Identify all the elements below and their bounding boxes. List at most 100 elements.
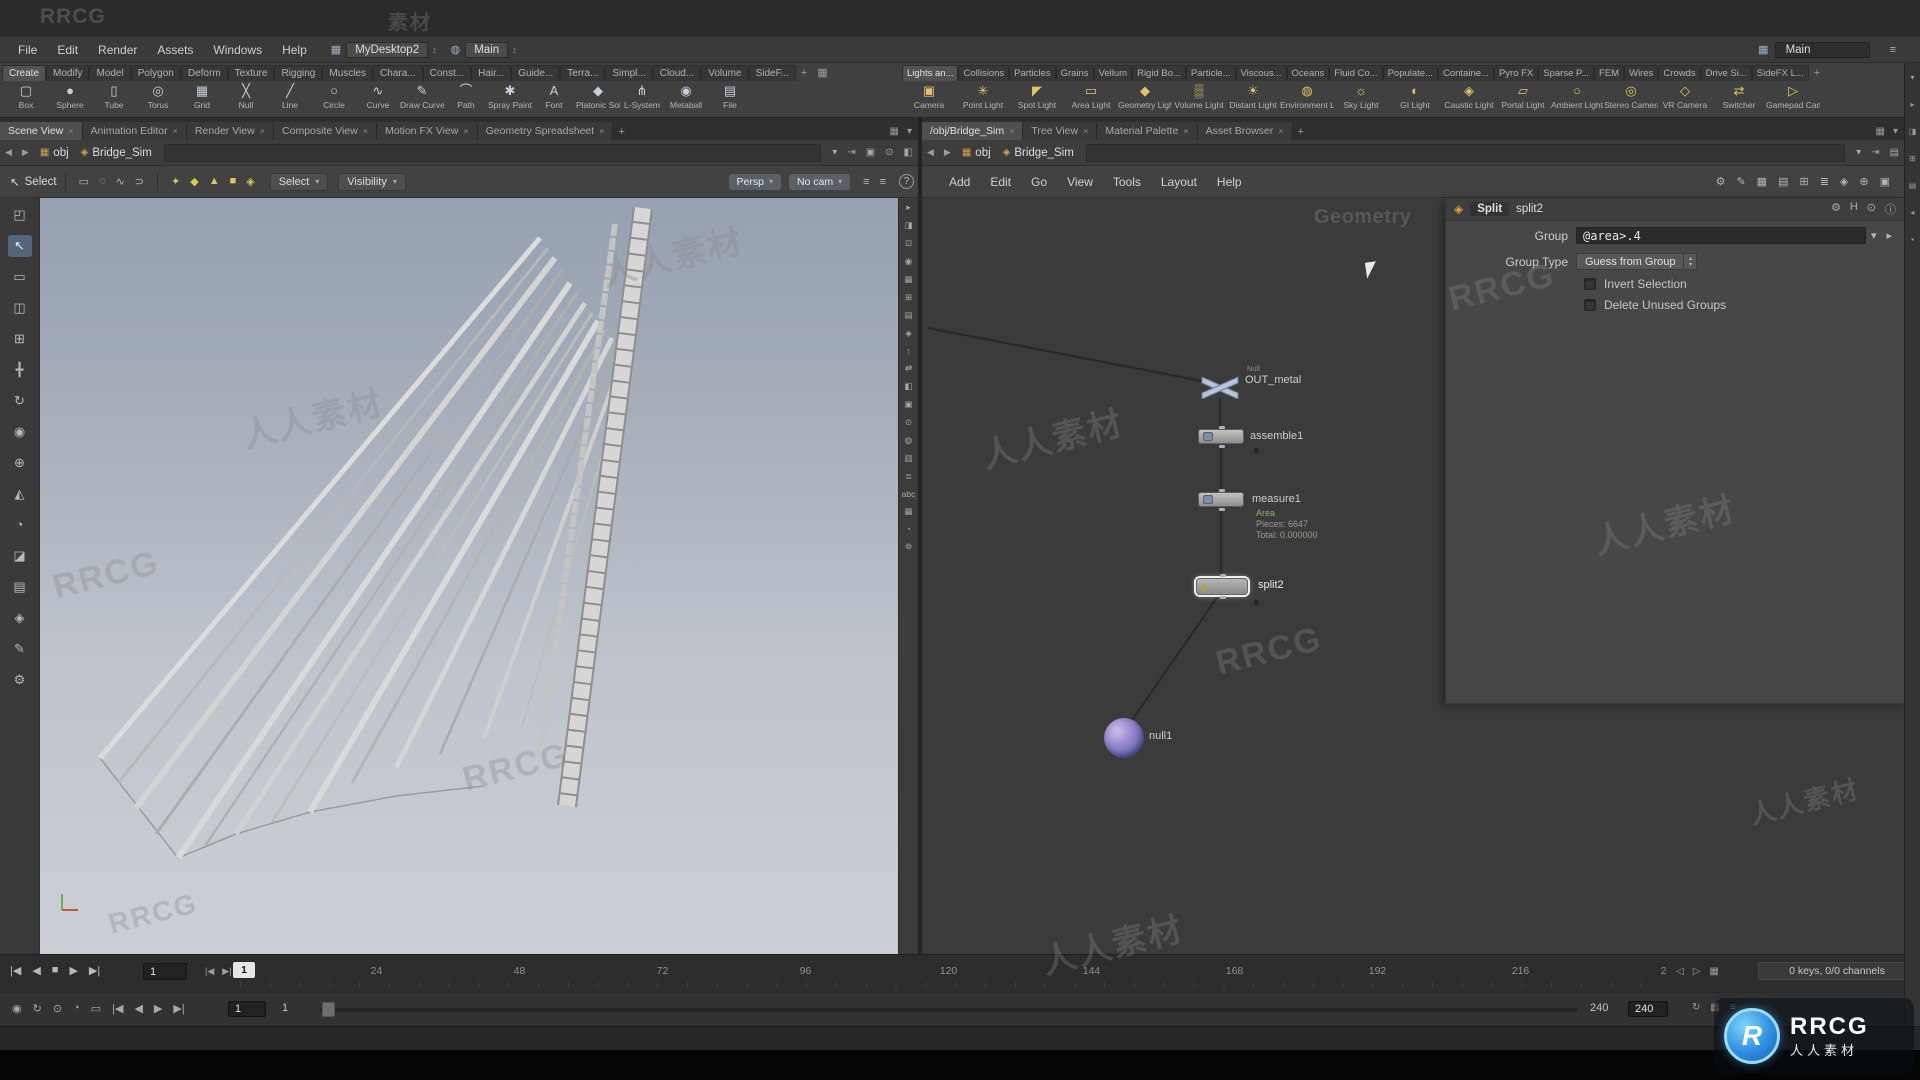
shelf-tab[interactable]: Wires [1624, 65, 1659, 81]
shelf-tool[interactable]: ∿ Curve [356, 81, 400, 118]
shelf-tool[interactable]: ⌒ Path [444, 81, 488, 118]
chevron-down-icon[interactable]: ▾ [827, 147, 842, 158]
pathbar-icon[interactable]: ⇥ [842, 147, 860, 158]
linked-editor-field[interactable]: Main [1774, 41, 1870, 58]
close-icon[interactable]: × [173, 126, 178, 136]
shelf-tab[interactable]: Cloud... [652, 65, 702, 81]
node-assemble1[interactable] [1198, 426, 1244, 448]
persp-dropdown[interactable]: Persp ▾ [728, 173, 781, 190]
pathbar-icon[interactable]: ⇥ [1866, 147, 1884, 158]
frame-slider-handle[interactable] [322, 1002, 335, 1017]
shelf-tab[interactable]: Lights an... [902, 65, 959, 81]
shelf-tab[interactable]: Guide... [511, 65, 561, 81]
close-icon[interactable]: × [1009, 126, 1014, 136]
shelf-tab[interactable]: Hair... [471, 65, 512, 81]
close-icon[interactable]: × [1278, 126, 1283, 136]
network-menu-item[interactable]: Add [940, 172, 979, 192]
playbar-option-icon[interactable]: ↻ [1692, 1002, 1700, 1013]
shelf-tab[interactable]: Particles [1009, 65, 1056, 81]
edge-strip-icon[interactable]: ⊞ [1909, 154, 1916, 163]
desktop-spinner[interactable]: ↕ [432, 45, 437, 55]
viewport-tool-icon[interactable]: ✎ [8, 638, 32, 660]
parameter-header-icon[interactable]: ⓘ [1885, 201, 1896, 217]
range-start-field[interactable]: 1 [228, 1001, 266, 1017]
shelf-tool[interactable]: ▢ Box [4, 81, 48, 118]
shelf-tool[interactable]: ⋔ L-System [620, 81, 664, 118]
no-cam-dropdown[interactable]: No cam ▾ [788, 173, 851, 190]
network-menu-item[interactable]: Tools [1104, 172, 1150, 192]
template-flag-icon[interactable]: ▶ [1202, 582, 1209, 592]
viewport-display-icon[interactable]: ◉ [905, 256, 912, 267]
viewport-tool-icon[interactable]: ↻ [8, 390, 32, 412]
network-toolbar-icon[interactable]: ▤ [1778, 175, 1788, 188]
close-icon[interactable]: × [68, 126, 73, 136]
viewport-display-icon[interactable]: ⊡ [905, 238, 912, 249]
shelf-tool[interactable]: ◆ Geometry Light [1118, 81, 1172, 118]
viewport-display-icon[interactable]: ◧ [904, 381, 912, 392]
new-pane-tab-button[interactable]: + [1293, 124, 1309, 140]
viewport-tool-icon[interactable]: ◰ [8, 204, 32, 226]
forward-button[interactable]: ▶ [939, 147, 956, 158]
chevron-down-icon[interactable]: ▾ [1866, 229, 1882, 242]
viewport-display-icon[interactable]: ▣ [904, 399, 912, 410]
viewport-display-icon[interactable]: ◔ [906, 524, 911, 534]
close-icon[interactable]: × [1183, 126, 1188, 136]
pane-tab[interactable]: Render View × [186, 122, 275, 140]
close-icon[interactable]: × [363, 126, 368, 136]
pane-tab[interactable]: Animation Editor × [82, 122, 187, 140]
pane-tab[interactable]: Asset Browser × [1197, 122, 1293, 140]
shelf-tab[interactable]: Pyro FX [1493, 65, 1539, 81]
playbar-icon[interactable]: ▶| [173, 1002, 184, 1015]
transport-button[interactable]: ◀ [32, 964, 40, 977]
viewport-tool-icon[interactable]: ⊕ [8, 452, 32, 474]
close-icon[interactable]: × [463, 126, 468, 136]
shelf-tool[interactable]: ◆ Platonic Solids [576, 81, 620, 118]
shelf-tool[interactable]: ◇ VR Camera [1658, 81, 1712, 118]
shelf-tool[interactable]: ▤ File [708, 81, 752, 118]
chevron-down-icon[interactable]: ▾ [1851, 147, 1866, 158]
viewport-display-icon[interactable]: ▤ [904, 310, 912, 321]
shelf-tab[interactable]: Oceans [1286, 65, 1330, 81]
playbar-icon[interactable]: ◉ [12, 1002, 22, 1015]
radial-menu-selector[interactable]: Main [465, 41, 509, 58]
shelf-tool[interactable]: ◍ Environment Light [1280, 81, 1334, 118]
viewport-display-icon[interactable]: ◨ [904, 220, 912, 231]
input-connector[interactable] [1220, 574, 1226, 577]
playbar-icon[interactable]: ▭ [91, 1002, 101, 1015]
shelf-tool[interactable]: ☼ Sky Light [1334, 81, 1388, 118]
viewport-tool-icon[interactable]: ⊞ [8, 328, 32, 350]
viewport-tool-icon[interactable]: ◪ [8, 545, 32, 567]
component-type-icon[interactable]: ■ [225, 175, 242, 188]
shelf-tab[interactable]: SideF... [748, 65, 796, 81]
shelf-tab[interactable]: Particle... [1185, 65, 1236, 81]
group-input[interactable]: @area>.4 [1576, 227, 1866, 244]
shelf-tool[interactable]: ▦ Grid [180, 81, 224, 118]
shelf-tool[interactable]: ▷ Gamepad Camera [1766, 81, 1820, 118]
component-type-icon[interactable]: ◆ [185, 175, 203, 188]
shelf-tab[interactable]: Modify [46, 65, 90, 81]
shelf-tab[interactable]: Containe... [1438, 65, 1494, 81]
edge-strip-icon[interactable]: ◨ [1909, 127, 1917, 136]
network-toolbar-icon[interactable]: ≣ [1820, 175, 1829, 188]
shelf-tab[interactable]: Viscous... [1235, 65, 1287, 81]
shelf-tab[interactable]: Simpl... [605, 65, 653, 81]
shelf-tool[interactable]: ◉ Metaball [664, 81, 708, 118]
shelf-tab[interactable]: Rigid Bo... [1132, 65, 1186, 81]
frame-slider-track[interactable] [320, 1008, 1578, 1012]
pane-menu-icon[interactable]: ▦ [1876, 126, 1885, 137]
shelf-tab[interactable]: Model [89, 65, 131, 81]
timeline-option-icon[interactable]: ▷ [1693, 966, 1701, 977]
playbar-icon[interactable]: ▶ [154, 1002, 162, 1015]
shelf-tab[interactable]: Sparse P... [1538, 65, 1595, 81]
shelf-tool[interactable]: ○ Circle [312, 81, 356, 118]
viewport-display-icon[interactable]: ◍ [905, 435, 912, 446]
edge-strip-icon[interactable]: ◂ [1910, 208, 1914, 217]
shelf-tool[interactable]: ▭ Area Light [1064, 81, 1118, 118]
viewport-display-icon[interactable]: ⇄ [905, 363, 912, 374]
pane-tab[interactable]: /obj/Bridge_Sim × [922, 122, 1024, 140]
timeline-option-icon[interactable]: ▦ [1709, 966, 1718, 977]
viewport-display-icon[interactable]: ⊞ [905, 292, 912, 303]
chevron-down-icon[interactable]: ▾ [907, 126, 912, 137]
shelf-tab[interactable]: Create [2, 65, 47, 81]
node-measure1[interactable] [1198, 489, 1244, 511]
